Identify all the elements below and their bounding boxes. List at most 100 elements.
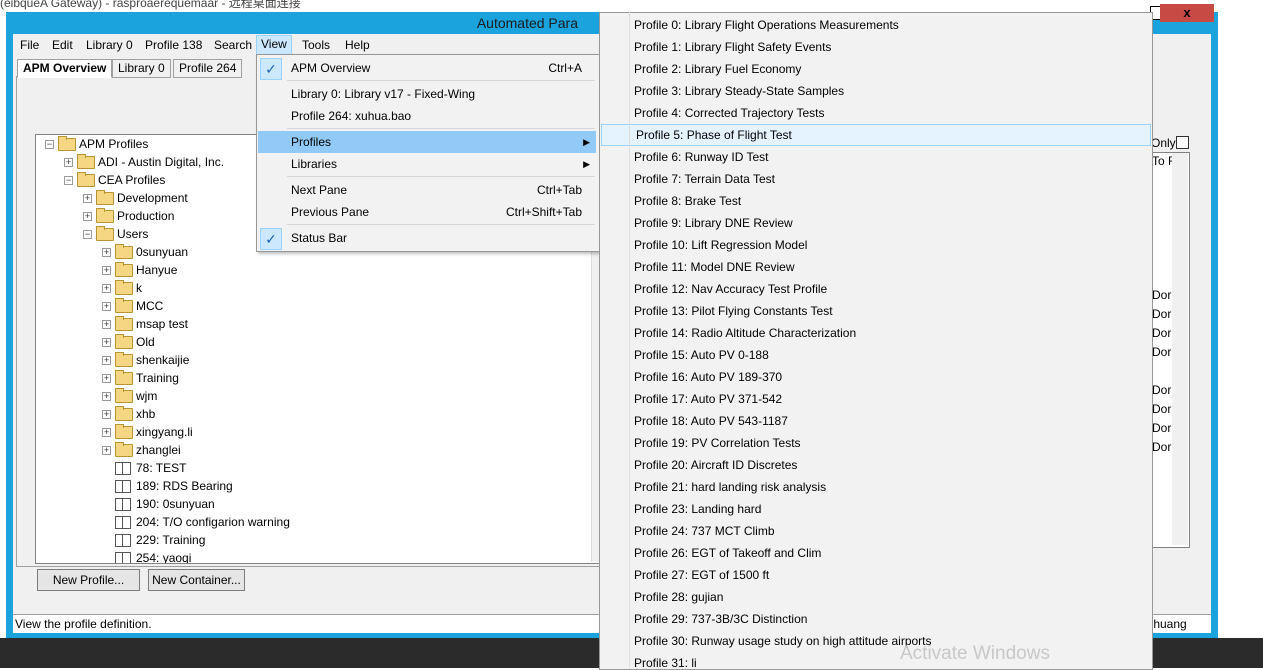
- tree-folder-item[interactable]: + shenkaijie: [36, 351, 591, 369]
- view-menu-item-apm-overview[interactable]: ✓ APM Overview Ctrl+A: [258, 57, 596, 80]
- expand-icon[interactable]: +: [64, 158, 73, 167]
- menu-library-0[interactable]: Library 0: [82, 36, 137, 54]
- tree-folder-item[interactable]: + MCC: [36, 297, 591, 315]
- tree-item-label: 78: TEST: [136, 461, 187, 475]
- profiles-menu-item[interactable]: Profile 23: Landing hard: [600, 498, 1152, 520]
- profiles-menu-item[interactable]: Profile 2: Library Fuel Economy: [600, 58, 1152, 80]
- expand-icon[interactable]: +: [102, 284, 111, 293]
- profiles-menu-item[interactable]: Profile 28: gujian: [600, 586, 1152, 608]
- tree-profile-item[interactable]: 190: 0sunyuan: [36, 495, 591, 513]
- collapse-icon[interactable]: −: [64, 176, 73, 185]
- profile-item-label: Profile 24: 737 MCT Climb: [634, 524, 775, 538]
- tree-folder-item[interactable]: + Old: [36, 333, 591, 351]
- tree-profile-item[interactable]: 229: Training: [36, 531, 591, 549]
- tree-folder-item[interactable]: + Hanyue: [36, 261, 591, 279]
- profile-item-label: Profile 9: Library DNE Review: [634, 216, 793, 230]
- profiles-menu-item[interactable]: Profile 31: li: [600, 652, 1152, 669]
- view-menu-item-previous-pane[interactable]: Previous Pane Ctrl+Shift+Tab: [258, 201, 596, 223]
- tree-profile-item[interactable]: 204: T/O configarion warning: [36, 513, 591, 531]
- close-button[interactable]: x: [1160, 4, 1214, 22]
- profiles-menu-item[interactable]: Profile 24: 737 MCT Climb: [600, 520, 1152, 542]
- collapse-icon[interactable]: −: [45, 140, 54, 149]
- new-profile-button[interactable]: New Profile...: [37, 569, 140, 591]
- menu-view[interactable]: View: [256, 35, 292, 55]
- tree-item-label: 254: yaoqi: [136, 551, 192, 564]
- checkmark-icon: ✓: [260, 228, 282, 250]
- profiles-menu-item[interactable]: Profile 12: Nav Accuracy Test Profile: [600, 278, 1152, 300]
- tree-folder-item[interactable]: + Training: [36, 369, 591, 387]
- profiles-menu-item[interactable]: Profile 0: Library Flight Operations Mea…: [600, 14, 1152, 36]
- expand-icon[interactable]: +: [102, 374, 111, 383]
- view-menu-item-next-pane[interactable]: Next Pane Ctrl+Tab: [258, 179, 596, 201]
- profiles-menu-item[interactable]: Profile 1: Library Flight Safety Events: [600, 36, 1152, 58]
- expand-icon[interactable]: +: [102, 320, 111, 329]
- tree-folder-item[interactable]: + xingyang.li: [36, 423, 591, 441]
- submenu-gutter: [629, 12, 630, 668]
- profiles-menu-item[interactable]: Profile 7: Terrain Data Test: [600, 168, 1152, 190]
- tree-folder-item[interactable]: + msap test: [36, 315, 591, 333]
- expand-icon[interactable]: +: [102, 356, 111, 365]
- view-menu-item-profile-264-xuhua-bao[interactable]: Profile 264: xuhua.bao: [258, 105, 596, 127]
- only-checkbox[interactable]: [1176, 136, 1189, 149]
- profiles-menu-item[interactable]: Profile 21: hard landing risk analysis: [600, 476, 1152, 498]
- profiles-menu-item[interactable]: Profile 11: Model DNE Review: [600, 256, 1152, 278]
- new-container-button[interactable]: New Container...: [148, 569, 245, 591]
- menu-item-label: Libraries: [291, 157, 338, 171]
- profiles-menu-item[interactable]: Profile 26: EGT of Takeoff and Clim: [600, 542, 1152, 564]
- profiles-menu-item[interactable]: Profile 14: Radio Altitude Characterizat…: [600, 322, 1152, 344]
- chevron-right-icon: ▶: [583, 159, 590, 169]
- profiles-menu-item[interactable]: Profile 30: Runway usage study on high a…: [600, 630, 1152, 652]
- profiles-menu-item[interactable]: Profile 18: Auto PV 543-1187: [600, 410, 1152, 432]
- expand-icon[interactable]: +: [102, 392, 111, 401]
- tree-profile-item[interactable]: 78: TEST: [36, 459, 591, 477]
- view-menu-item-profiles[interactable]: Profiles ▶: [258, 131, 596, 153]
- menu-help[interactable]: Help: [341, 36, 374, 54]
- tree-item-label: APM Profiles: [79, 137, 149, 151]
- profiles-menu-item[interactable]: Profile 16: Auto PV 189-370: [600, 366, 1152, 388]
- view-menu-item-library-0-library-v17-fi[interactable]: Library 0: Library v17 - Fixed-Wing: [258, 83, 596, 105]
- menu-search[interactable]: Search: [210, 36, 256, 54]
- profiles-menu-item[interactable]: Profile 19: PV Correlation Tests: [600, 432, 1152, 454]
- profiles-menu-item[interactable]: Profile 4: Corrected Trajectory Tests: [600, 102, 1152, 124]
- expand-icon[interactable]: +: [102, 428, 111, 437]
- expand-icon[interactable]: +: [102, 248, 111, 257]
- tree-profile-item[interactable]: 189: RDS Bearing: [36, 477, 591, 495]
- profiles-menu-item[interactable]: Profile 6: Runway ID Test: [600, 146, 1152, 168]
- profiles-menu-item[interactable]: Profile 8: Brake Test: [600, 190, 1152, 212]
- profiles-menu-item[interactable]: Profile 15: Auto PV 0-188: [600, 344, 1152, 366]
- profiles-menu-item[interactable]: Profile 13: Pilot Flying Constants Test: [600, 300, 1152, 322]
- profiles-menu-item[interactable]: Profile 5: Phase of Flight Test: [601, 124, 1151, 146]
- expand-icon[interactable]: +: [102, 410, 111, 419]
- view-menu-item-libraries[interactable]: Libraries ▶: [258, 153, 596, 175]
- expand-icon[interactable]: +: [102, 302, 111, 311]
- tree-item-label: k: [136, 281, 142, 295]
- folder-icon: [115, 244, 133, 259]
- menu-edit[interactable]: Edit: [48, 36, 77, 54]
- expand-icon[interactable]: +: [102, 338, 111, 347]
- tree-folder-item[interactable]: + xhb: [36, 405, 591, 423]
- menu-file[interactable]: File: [16, 36, 43, 54]
- collapse-icon[interactable]: −: [83, 230, 92, 239]
- menu-profile-138[interactable]: Profile 138: [141, 36, 206, 54]
- profiles-menu-item[interactable]: Profile 20: Aircraft ID Discretes: [600, 454, 1152, 476]
- expand-icon[interactable]: +: [83, 212, 92, 221]
- profiles-menu-item[interactable]: Profile 9: Library DNE Review: [600, 212, 1152, 234]
- profiles-menu-item[interactable]: Profile 29: 737-3B/3C Distinction: [600, 608, 1152, 630]
- tree-folder-item[interactable]: + zhanglei: [36, 441, 591, 459]
- right-list-cell: Dor: [1152, 307, 1172, 321]
- profiles-menu-item[interactable]: Profile 3: Library Steady-State Samples: [600, 80, 1152, 102]
- profiles-menu-item[interactable]: Profile 10: Lift Regression Model: [600, 234, 1152, 256]
- right-list-scrollbar[interactable]: [1172, 153, 1188, 545]
- menu-tools[interactable]: Tools: [298, 36, 334, 54]
- profiles-menu-item[interactable]: Profile 27: EGT of 1500 ft: [600, 564, 1152, 586]
- expand-icon[interactable]: +: [102, 266, 111, 275]
- tree-folder-item[interactable]: + k: [36, 279, 591, 297]
- expand-icon[interactable]: +: [83, 194, 92, 203]
- view-menu-item-status-bar[interactable]: ✓ Status Bar: [258, 227, 596, 250]
- expand-icon[interactable]: +: [102, 446, 111, 455]
- tree-profile-item[interactable]: 254: yaoqi: [36, 549, 591, 564]
- folder-icon: [115, 442, 133, 457]
- tree-item-label: Production: [117, 209, 175, 223]
- profiles-menu-item[interactable]: Profile 17: Auto PV 371-542: [600, 388, 1152, 410]
- tree-folder-item[interactable]: + wjm: [36, 387, 591, 405]
